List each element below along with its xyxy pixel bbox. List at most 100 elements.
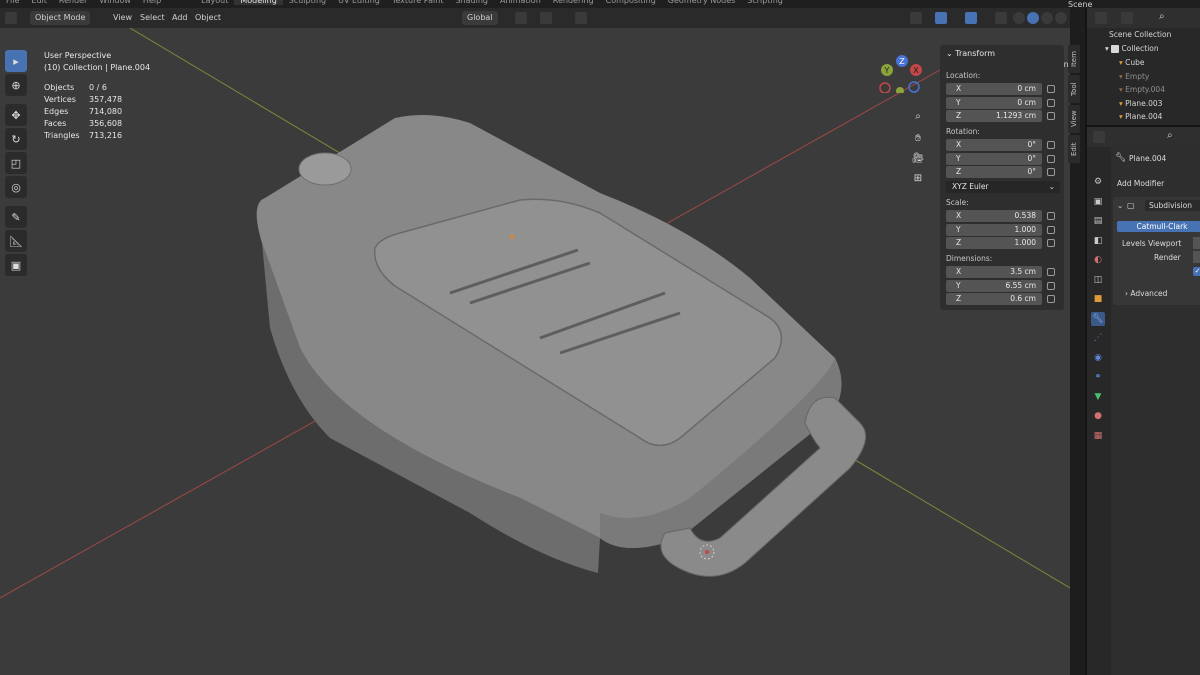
scene-selector[interactable]: Scene — [1068, 0, 1092, 8]
mode-dropdown[interactable]: Object Mode — [30, 11, 91, 25]
scene-collection-row[interactable]: Scene Collection — [1087, 28, 1200, 41]
add-cube-tool[interactable]: ▣ — [5, 254, 27, 276]
lock-icon[interactable] — [1047, 225, 1055, 234]
collection-row[interactable]: ▾ Collection — [1087, 42, 1200, 55]
display-mode-icon[interactable] — [1121, 12, 1133, 24]
sidebar-tab-edit[interactable]: Edit — [1068, 135, 1080, 163]
menu-select[interactable]: Select — [140, 11, 165, 25]
overlay-toggle-icon[interactable] — [965, 12, 977, 24]
material-tab-icon[interactable]: ● — [1091, 409, 1105, 423]
rotate-tool[interactable]: ↻ — [5, 128, 27, 150]
visibility-icon[interactable] — [910, 12, 922, 24]
lock-icon[interactable] — [1047, 281, 1055, 290]
dimensions-y-field[interactable]: Y 6.55 cm — [946, 279, 1042, 292]
dimensions-z-field[interactable]: Z 0.6 cm — [946, 293, 1042, 305]
measure-tool[interactable]: 📐︎ — [5, 230, 27, 252]
view-layer-tab-icon[interactable]: ◧ — [1091, 234, 1105, 248]
object-name-field[interactable]: Plane.004 — [1129, 154, 1166, 163]
solid-shading-icon[interactable] — [1027, 12, 1039, 24]
outliner-item[interactable]: ▾ Empty.004 — [1087, 83, 1200, 96]
particles-tab-icon[interactable]: ⋰ — [1091, 331, 1105, 345]
texture-tab-icon[interactable]: ▦ — [1091, 429, 1105, 443]
outliner-editor-icon[interactable] — [1095, 12, 1107, 24]
lock-icon[interactable] — [1047, 98, 1055, 107]
tab-shading[interactable]: Shading — [449, 0, 494, 5]
data-tab-icon[interactable]: ▼ — [1091, 390, 1105, 404]
cursor-tool[interactable]: ⊕ — [5, 74, 27, 96]
properties-editor-icon[interactable] — [1093, 131, 1105, 143]
move-tool[interactable]: ✥ — [5, 104, 27, 126]
tab-sculpting[interactable]: Sculpting — [283, 0, 332, 5]
perspective-grid-icon[interactable]: ⊞ — [909, 169, 927, 187]
3d-viewport[interactable]: ▸ ⊕ ✥ ↻ ◰ ◎ ✎ 📐︎ ▣ User Perspective (10)… — [0, 28, 1070, 675]
constraints-tab-icon[interactable]: ⚭ — [1091, 370, 1105, 384]
top-menu-help[interactable]: Help — [137, 0, 167, 5]
outliner-item[interactable]: ▾ Cube — [1087, 56, 1200, 69]
physics-tab-icon[interactable]: ◉ — [1091, 351, 1105, 365]
rotation-z-field[interactable]: Z 0° — [946, 166, 1042, 178]
expand-chevron-icon[interactable]: ⌄ — [1117, 201, 1123, 210]
lock-icon[interactable] — [1047, 239, 1055, 247]
location-x-field[interactable]: X 0 cm — [946, 83, 1042, 95]
top-menu-edit[interactable]: Edit — [25, 0, 53, 5]
scale-x-field[interactable]: X 0.538 — [946, 210, 1042, 222]
tab-animation[interactable]: Animation — [494, 0, 547, 5]
outliner-item[interactable]: ▾ Plane.004 — [1087, 110, 1200, 123]
editor-type-icon[interactable] — [5, 12, 17, 24]
outliner-item[interactable]: ▾ Empty — [1087, 70, 1200, 83]
lock-icon[interactable] — [1047, 85, 1055, 93]
pan-hand-icon[interactable]: ✋︎ — [909, 129, 927, 147]
render-levels-field[interactable] — [1193, 251, 1200, 263]
tab-rendering[interactable]: Rendering — [547, 0, 600, 5]
zoom-icon[interactable]: ⌕ — [909, 107, 927, 125]
menu-view[interactable]: View — [113, 11, 132, 25]
optimal-display-checkbox[interactable]: ✓ — [1193, 267, 1200, 276]
top-menu-render[interactable]: Render — [53, 0, 93, 5]
lock-icon[interactable] — [1047, 212, 1055, 220]
levels-viewport-field[interactable] — [1193, 237, 1200, 249]
catmull-clark-button[interactable]: Catmull-Clark — [1117, 221, 1200, 232]
annotate-tool[interactable]: ✎ — [5, 206, 27, 228]
lock-icon[interactable] — [1047, 154, 1055, 163]
snap-icon[interactable] — [540, 12, 552, 24]
lock-icon[interactable] — [1047, 168, 1055, 176]
sidebar-tab-tool[interactable]: Tool — [1068, 75, 1080, 103]
tab-geometry-nodes[interactable]: Geometry Nodes — [662, 0, 741, 5]
modifier-name-field[interactable]: Subdivision — [1145, 200, 1200, 211]
lock-icon[interactable] — [1047, 112, 1055, 120]
properties-search-icon[interactable]: ⌕ — [1167, 130, 1173, 141]
menu-object[interactable]: Object — [195, 11, 221, 25]
scale-z-field[interactable]: Z 1.000 — [946, 237, 1042, 249]
output-tab-icon[interactable]: ▤ — [1091, 214, 1105, 228]
top-menu-window[interactable]: Window — [93, 0, 137, 5]
lock-icon[interactable] — [1047, 141, 1055, 149]
proportional-edit-icon[interactable] — [575, 12, 587, 24]
rotation-mode-select[interactable]: XYZ Euler ⌄ — [946, 181, 1060, 193]
top-menu-file[interactable]: File — [0, 0, 25, 5]
gizmo-toggle-icon[interactable] — [935, 12, 947, 24]
world-tab-icon[interactable]: ◫ — [1091, 273, 1105, 287]
select-box-tool[interactable]: ▸ — [5, 50, 27, 72]
render-tab-icon[interactable]: ▣ — [1091, 195, 1105, 209]
lock-icon[interactable] — [1047, 295, 1055, 303]
orientation-dropdown[interactable]: Global — [462, 11, 498, 25]
rotation-x-field[interactable]: X 0° — [946, 139, 1042, 151]
tab-texture-paint[interactable]: Texture Paint — [386, 0, 450, 5]
transform-tool[interactable]: ◎ — [5, 176, 27, 198]
camera-view-icon[interactable]: 🎥︎ — [909, 149, 927, 167]
rotation-y-field[interactable]: Y 0° — [946, 152, 1042, 165]
sidebar-tab-item[interactable]: Item — [1068, 45, 1080, 73]
tab-uv-editing[interactable]: UV Editing — [332, 0, 386, 5]
modifier-tab-icon[interactable]: 🔧︎ — [1091, 311, 1105, 326]
pivot-icon[interactable] — [515, 12, 527, 24]
dimensions-x-field[interactable]: X 3.5 cm — [946, 266, 1042, 278]
transform-title[interactable]: ⌄ Transform — [946, 49, 995, 58]
object-tab-icon[interactable]: ■ — [1091, 292, 1105, 306]
tab-modeling[interactable]: Modeling — [234, 0, 283, 5]
scale-y-field[interactable]: Y 1.000 — [946, 223, 1042, 236]
advanced-section[interactable]: › Advanced — [1125, 289, 1167, 298]
menu-add[interactable]: Add — [172, 11, 188, 25]
lock-icon[interactable] — [1047, 268, 1055, 276]
material-shading-icon[interactable] — [1041, 12, 1053, 24]
sidebar-tab-view[interactable]: View — [1068, 105, 1080, 133]
